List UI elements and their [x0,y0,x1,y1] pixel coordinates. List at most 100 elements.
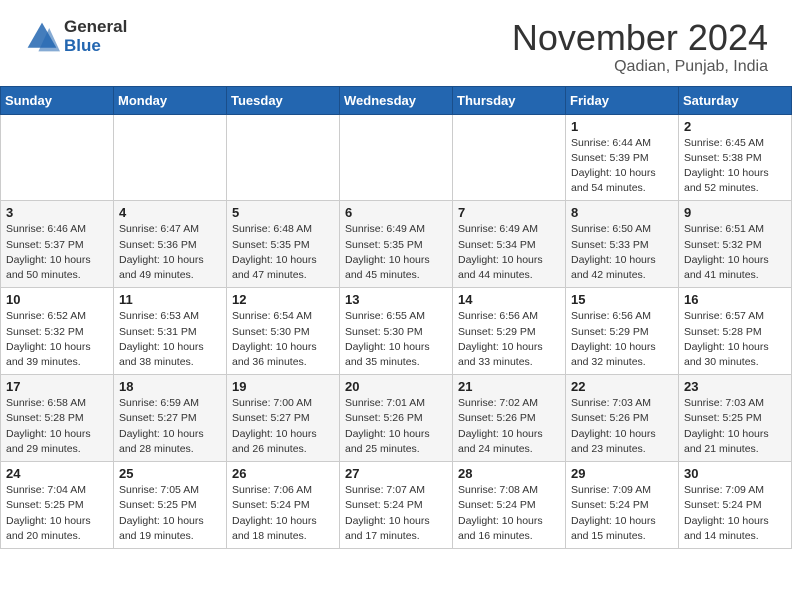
day-info: Sunrise: 6:57 AM Sunset: 5:28 PM Dayligh… [684,309,786,370]
calendar-table: SundayMondayTuesdayWednesdayThursdayFrid… [0,86,792,549]
day-number: 9 [684,205,786,220]
day-number: 18 [119,379,221,394]
day-info: Sunrise: 7:07 AM Sunset: 5:24 PM Dayligh… [345,483,447,544]
day-info: Sunrise: 7:03 AM Sunset: 5:25 PM Dayligh… [684,396,786,457]
calendar-day-cell: 19 Sunrise: 7:00 AM Sunset: 5:27 PM Dayli… [227,375,340,462]
calendar-day-cell: 28Sunrise: 7:08 AM Sunset: 5:24 PM Dayli… [453,462,566,549]
calendar-day-cell: 11 Sunrise: 6:53 AM Sunset: 5:31 PM Dayli… [114,288,227,375]
day-number: 13 [345,292,447,307]
calendar-day-cell: 26Sunrise: 7:06 AM Sunset: 5:24 PM Dayli… [227,462,340,549]
day-info: Sunrise: 6:54 AM Sunset: 5:30 PM Dayligh… [232,309,334,370]
day-info: Sunrise: 7:05 AM Sunset: 5:25 PM Dayligh… [119,483,221,544]
day-info: Sunrise: 6:47 AM Sunset: 5:36 PM Dayligh… [119,222,221,283]
calendar-day-cell: 14 Sunrise: 6:56 AM Sunset: 5:29 PM Dayli… [453,288,566,375]
day-info: Sunrise: 6:48 AM Sunset: 5:35 PM Dayligh… [232,222,334,283]
day-number: 15 [571,292,673,307]
day-info: Sunrise: 7:00 AM Sunset: 5:27 PM Dayligh… [232,396,334,457]
title-block: November 2024 Qadian, Punjab, India [512,18,768,76]
calendar-day-cell: 2 Sunrise: 6:45 AM Sunset: 5:38 PM Daylig… [679,114,792,201]
day-info: Sunrise: 6:44 AM Sunset: 5:39 PM Dayligh… [571,136,673,197]
day-info: Sunrise: 6:50 AM Sunset: 5:33 PM Dayligh… [571,222,673,283]
day-number: 4 [119,205,221,220]
day-number: 2 [684,119,786,134]
day-info: Sunrise: 6:53 AM Sunset: 5:31 PM Dayligh… [119,309,221,370]
calendar-week-row: 10 Sunrise: 6:52 AM Sunset: 5:32 PM Dayli… [1,288,792,375]
calendar-day-cell: 29 Sunrise: 7:09 AM Sunset: 5:24 PM Dayli… [566,462,679,549]
page-header: General Blue November 2024 Qadian, Punja… [0,0,792,86]
day-info: Sunrise: 7:04 AM Sunset: 5:25 PM Dayligh… [6,483,108,544]
day-number: 17 [6,379,108,394]
calendar-day-cell: 12 Sunrise: 6:54 AM Sunset: 5:30 PM Dayli… [227,288,340,375]
day-number: 1 [571,119,673,134]
calendar-day-cell: 10 Sunrise: 6:52 AM Sunset: 5:32 PM Dayli… [1,288,114,375]
calendar-day-cell: 18 Sunrise: 6:59 AM Sunset: 5:27 PM Dayli… [114,375,227,462]
calendar-day-cell: 20Sunrise: 7:01 AM Sunset: 5:26 PM Dayli… [340,375,453,462]
calendar-day-cell: 8Sunrise: 6:50 AM Sunset: 5:33 PM Daylig… [566,201,679,288]
day-info: Sunrise: 7:09 AM Sunset: 5:24 PM Dayligh… [571,483,673,544]
calendar-day-cell: 4 Sunrise: 6:47 AM Sunset: 5:36 PM Daylig… [114,201,227,288]
empty-day-cell [227,114,340,201]
day-number: 23 [684,379,786,394]
calendar-week-row: 24 Sunrise: 7:04 AM Sunset: 5:25 PM Dayli… [1,462,792,549]
logo-blue-text: Blue [64,37,127,56]
day-info: Sunrise: 6:55 AM Sunset: 5:30 PM Dayligh… [345,309,447,370]
day-info: Sunrise: 7:09 AM Sunset: 5:24 PM Dayligh… [684,483,786,544]
calendar-week-row: 3Sunrise: 6:46 AM Sunset: 5:37 PM Daylig… [1,201,792,288]
day-number: 10 [6,292,108,307]
day-info: Sunrise: 6:56 AM Sunset: 5:29 PM Dayligh… [571,309,673,370]
day-number: 14 [458,292,560,307]
location-subtitle: Qadian, Punjab, India [512,58,768,76]
calendar-header: SundayMondayTuesdayWednesdayThursdayFrid… [1,86,792,114]
calendar-day-cell: 6Sunrise: 6:49 AM Sunset: 5:35 PM Daylig… [340,201,453,288]
weekday-header-sunday: Sunday [1,86,114,114]
calendar-day-cell: 15 Sunrise: 6:56 AM Sunset: 5:29 PM Dayli… [566,288,679,375]
calendar-day-cell: 9Sunrise: 6:51 AM Sunset: 5:32 PM Daylig… [679,201,792,288]
day-info: Sunrise: 7:06 AM Sunset: 5:24 PM Dayligh… [232,483,334,544]
logo-icon [24,19,60,55]
day-info: Sunrise: 7:01 AM Sunset: 5:26 PM Dayligh… [345,396,447,457]
day-number: 16 [684,292,786,307]
empty-day-cell [340,114,453,201]
day-number: 11 [119,292,221,307]
day-number: 12 [232,292,334,307]
day-number: 30 [684,466,786,481]
day-info: Sunrise: 7:08 AM Sunset: 5:24 PM Dayligh… [458,483,560,544]
day-info: Sunrise: 7:03 AM Sunset: 5:26 PM Dayligh… [571,396,673,457]
calendar-day-cell: 16 Sunrise: 6:57 AM Sunset: 5:28 PM Dayli… [679,288,792,375]
day-number: 24 [6,466,108,481]
calendar-day-cell: 30 Sunrise: 7:09 AM Sunset: 5:24 PM Dayli… [679,462,792,549]
day-info: Sunrise: 6:49 AM Sunset: 5:34 PM Dayligh… [458,222,560,283]
day-number: 22 [571,379,673,394]
weekday-header-row: SundayMondayTuesdayWednesdayThursdayFrid… [1,86,792,114]
day-number: 19 [232,379,334,394]
weekday-header-wednesday: Wednesday [340,86,453,114]
calendar-day-cell: 27 Sunrise: 7:07 AM Sunset: 5:24 PM Dayli… [340,462,453,549]
day-info: Sunrise: 6:56 AM Sunset: 5:29 PM Dayligh… [458,309,560,370]
weekday-header-thursday: Thursday [453,86,566,114]
calendar-day-cell: 3Sunrise: 6:46 AM Sunset: 5:37 PM Daylig… [1,201,114,288]
day-info: Sunrise: 7:02 AM Sunset: 5:26 PM Dayligh… [458,396,560,457]
empty-day-cell [1,114,114,201]
day-number: 25 [119,466,221,481]
day-number: 27 [345,466,447,481]
day-info: Sunrise: 6:45 AM Sunset: 5:38 PM Dayligh… [684,136,786,197]
weekday-header-friday: Friday [566,86,679,114]
weekday-header-saturday: Saturday [679,86,792,114]
weekday-header-tuesday: Tuesday [227,86,340,114]
day-number: 7 [458,205,560,220]
day-number: 5 [232,205,334,220]
empty-day-cell [453,114,566,201]
day-info: Sunrise: 6:58 AM Sunset: 5:28 PM Dayligh… [6,396,108,457]
day-number: 29 [571,466,673,481]
calendar-day-cell: 7 Sunrise: 6:49 AM Sunset: 5:34 PM Daylig… [453,201,566,288]
day-number: 6 [345,205,447,220]
calendar-week-row: 17 Sunrise: 6:58 AM Sunset: 5:28 PM Dayli… [1,375,792,462]
calendar-day-cell: 22 Sunrise: 7:03 AM Sunset: 5:26 PM Dayli… [566,375,679,462]
calendar-day-cell: 5 Sunrise: 6:48 AM Sunset: 5:35 PM Daylig… [227,201,340,288]
calendar-day-cell: 23 Sunrise: 7:03 AM Sunset: 5:25 PM Dayli… [679,375,792,462]
day-info: Sunrise: 6:59 AM Sunset: 5:27 PM Dayligh… [119,396,221,457]
calendar-day-cell: 17 Sunrise: 6:58 AM Sunset: 5:28 PM Dayli… [1,375,114,462]
calendar-day-cell: 21Sunrise: 7:02 AM Sunset: 5:26 PM Dayli… [453,375,566,462]
day-info: Sunrise: 6:52 AM Sunset: 5:32 PM Dayligh… [6,309,108,370]
empty-day-cell [114,114,227,201]
